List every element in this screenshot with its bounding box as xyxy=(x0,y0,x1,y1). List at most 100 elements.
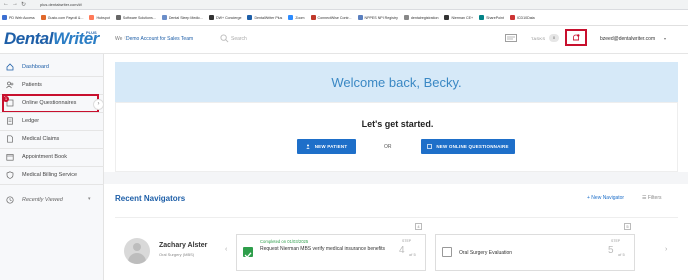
navigator-row: Zachary Alster Oral Surgery (MBS) ‹ Comp… xyxy=(115,217,678,280)
step-number: 4 xyxy=(399,245,405,256)
bookmark-item[interactable]: NPPES NPI Registry xyxy=(357,15,398,20)
bookmark-favicon-icon xyxy=(2,15,7,20)
tasks-count-badge[interactable]: 0 xyxy=(549,34,559,42)
team-name-link[interactable]: Demo Account for Sales Team xyxy=(126,36,193,42)
questionnaire-icon xyxy=(427,144,433,149)
bookmark-favicon-icon xyxy=(403,15,409,20)
search-icon[interactable] xyxy=(220,34,229,43)
sidebar-item-medical-billing-service[interactable]: Medical Billing Service xyxy=(0,166,104,184)
bookmark-item[interactable]: DW+ Concierge xyxy=(208,15,241,20)
new-navigator-button[interactable]: + New Navigator xyxy=(587,195,624,201)
bookmark-favicon-icon xyxy=(288,15,294,20)
recent-navigators-title: Recent Navigators xyxy=(115,194,186,203)
step-label: STEP xyxy=(402,239,412,243)
sidebar-item-appointment-book[interactable]: Appointment Book xyxy=(0,148,104,166)
bell-icon xyxy=(573,34,580,41)
sidebar-item-patients[interactable]: Patients xyxy=(0,76,104,94)
checked-checkbox[interactable] xyxy=(243,247,253,259)
dentalwriter-logo[interactable]: DentalWriter xyxy=(4,29,99,49)
user-menu[interactable]: bzeed@dentalwriter.com xyxy=(600,36,655,42)
bookmark-item[interactable]: Hubspot xyxy=(89,15,110,20)
clock-icon xyxy=(6,196,14,204)
step-total: of 5 xyxy=(618,252,625,257)
bookmark-favicon-icon xyxy=(444,15,450,20)
forward-arrow-icon[interactable]: → xyxy=(12,1,18,7)
patient-name[interactable]: Zachary Alster xyxy=(159,242,207,249)
ledger-icon xyxy=(7,117,13,125)
back-arrow-icon[interactable]: ← xyxy=(3,1,9,7)
step-description: Oral Surgery Evaluation xyxy=(459,250,513,256)
navigator-step-card[interactable]: Oral Surgery Evaluation STEP 5 of 5 5 xyxy=(435,223,635,271)
get-started-title: Let's get started. xyxy=(361,119,434,129)
divider xyxy=(0,184,104,185)
bookmark-item[interactable]: ConnectWise Contr... xyxy=(310,15,352,20)
bookmark-favicon-icon xyxy=(40,15,46,20)
claims-icon xyxy=(7,135,13,143)
home-icon xyxy=(6,63,14,71)
new-patient-button[interactable]: NEW PATIENT xyxy=(297,139,356,154)
avatar xyxy=(124,238,150,264)
bookmark-favicon-icon xyxy=(208,15,214,20)
url-text[interactable]: plus.dentalwriter.com/#/ xyxy=(40,2,82,7)
bookmark-item[interactable]: Dental Sleep Medic... xyxy=(161,15,203,20)
navigator-step-card[interactable]: Completed on 01/03/2025 Request Nierman … xyxy=(236,223,426,271)
chevron-down-icon[interactable]: ▾ xyxy=(88,196,91,202)
patients-icon xyxy=(6,81,14,89)
step-indicator: 4 xyxy=(415,223,422,230)
tasks-label[interactable]: TASKS xyxy=(531,36,545,41)
sidebar: Dashboard Patients 1 Online Questionnair… xyxy=(0,54,104,280)
bookmark-favicon-icon xyxy=(310,15,316,20)
calendar-icon xyxy=(6,154,14,161)
step-number: 5 xyxy=(608,245,614,256)
bookmark-favicon-icon xyxy=(161,15,167,20)
message-icon[interactable] xyxy=(505,34,517,43)
browser-address-bar: ← → ↻ plus.dentalwriter.com/#/ xyxy=(0,0,688,10)
bookmark-favicon-icon xyxy=(247,15,253,20)
main-content: Welcome back, Becky. Let's get started. … xyxy=(104,54,688,280)
section-divider xyxy=(104,172,688,184)
bookmark-item[interactable]: ICD10Data xyxy=(509,15,535,20)
sidebar-collapse-button[interactable]: › xyxy=(93,99,104,110)
check-icon xyxy=(244,252,252,259)
chevron-right-icon[interactable]: › xyxy=(665,246,667,253)
highlight-box xyxy=(2,94,99,113)
step-total: of 5 xyxy=(409,252,416,257)
bookmarks-bar: PD Web Access Gusto.com Payroll &... Hubsp… xyxy=(0,10,688,26)
bookmark-item[interactable]: dentalregistration xyxy=(403,15,438,20)
search-input[interactable]: Search xyxy=(231,36,247,42)
step-indicator: 5 xyxy=(624,223,631,230)
bookmark-item[interactable]: PD Web Access xyxy=(2,15,35,20)
patient-specialty: Oral Surgery (MBS) xyxy=(159,252,195,257)
add-user-icon xyxy=(306,144,310,149)
completed-date: Completed on 01/03/2025 xyxy=(260,239,309,244)
or-label: OR xyxy=(384,144,392,150)
step-description: Request Nierman MBS verify medical insur… xyxy=(260,246,386,252)
bookmark-favicon-icon xyxy=(115,15,121,20)
bookmark-item[interactable]: Software Solutions... xyxy=(115,15,156,20)
shield-icon xyxy=(6,171,14,179)
bookmark-item[interactable]: Gusto.com Payroll &... xyxy=(40,15,83,20)
bookmark-item[interactable]: SharePoint xyxy=(479,15,504,20)
app-header: DentalWriter PLUS We ♡ Demo Account for … xyxy=(0,26,688,54)
bookmark-favicon-icon xyxy=(479,15,485,20)
step-label: STEP xyxy=(611,239,621,243)
bookmark-item[interactable]: Zoom xyxy=(288,15,305,20)
chevron-left-icon[interactable]: ‹ xyxy=(225,246,227,253)
get-started-panel: Let's get started. NEW PATIENT OR NEW ON… xyxy=(115,102,678,172)
notifications-button[interactable] xyxy=(565,29,587,46)
chevron-down-icon[interactable]: ▾ xyxy=(664,36,666,41)
unchecked-checkbox[interactable] xyxy=(442,247,452,257)
sidebar-item-dashboard[interactable]: Dashboard xyxy=(0,58,104,76)
sidebar-item-medical-claims[interactable]: Medical Claims xyxy=(0,130,104,148)
logo-plus-mark: PLUS xyxy=(86,30,97,35)
sidebar-item-ledger[interactable]: Ledger xyxy=(0,112,104,130)
bookmark-item[interactable]: Nierman CE+ xyxy=(444,15,473,20)
bookmark-item[interactable]: DentalWriter Plus xyxy=(247,15,282,20)
welcome-banner: Welcome back, Becky. xyxy=(115,62,678,102)
filters-button[interactable]: ☰ Filters xyxy=(642,195,662,201)
reload-icon[interactable]: ↻ xyxy=(21,1,26,8)
bookmark-favicon-icon xyxy=(89,15,95,20)
bookmark-favicon-icon xyxy=(357,15,363,20)
bookmark-favicon-icon xyxy=(509,15,515,20)
new-online-questionnaire-button[interactable]: NEW ONLINE QUESTIONNAIRE xyxy=(421,139,515,154)
